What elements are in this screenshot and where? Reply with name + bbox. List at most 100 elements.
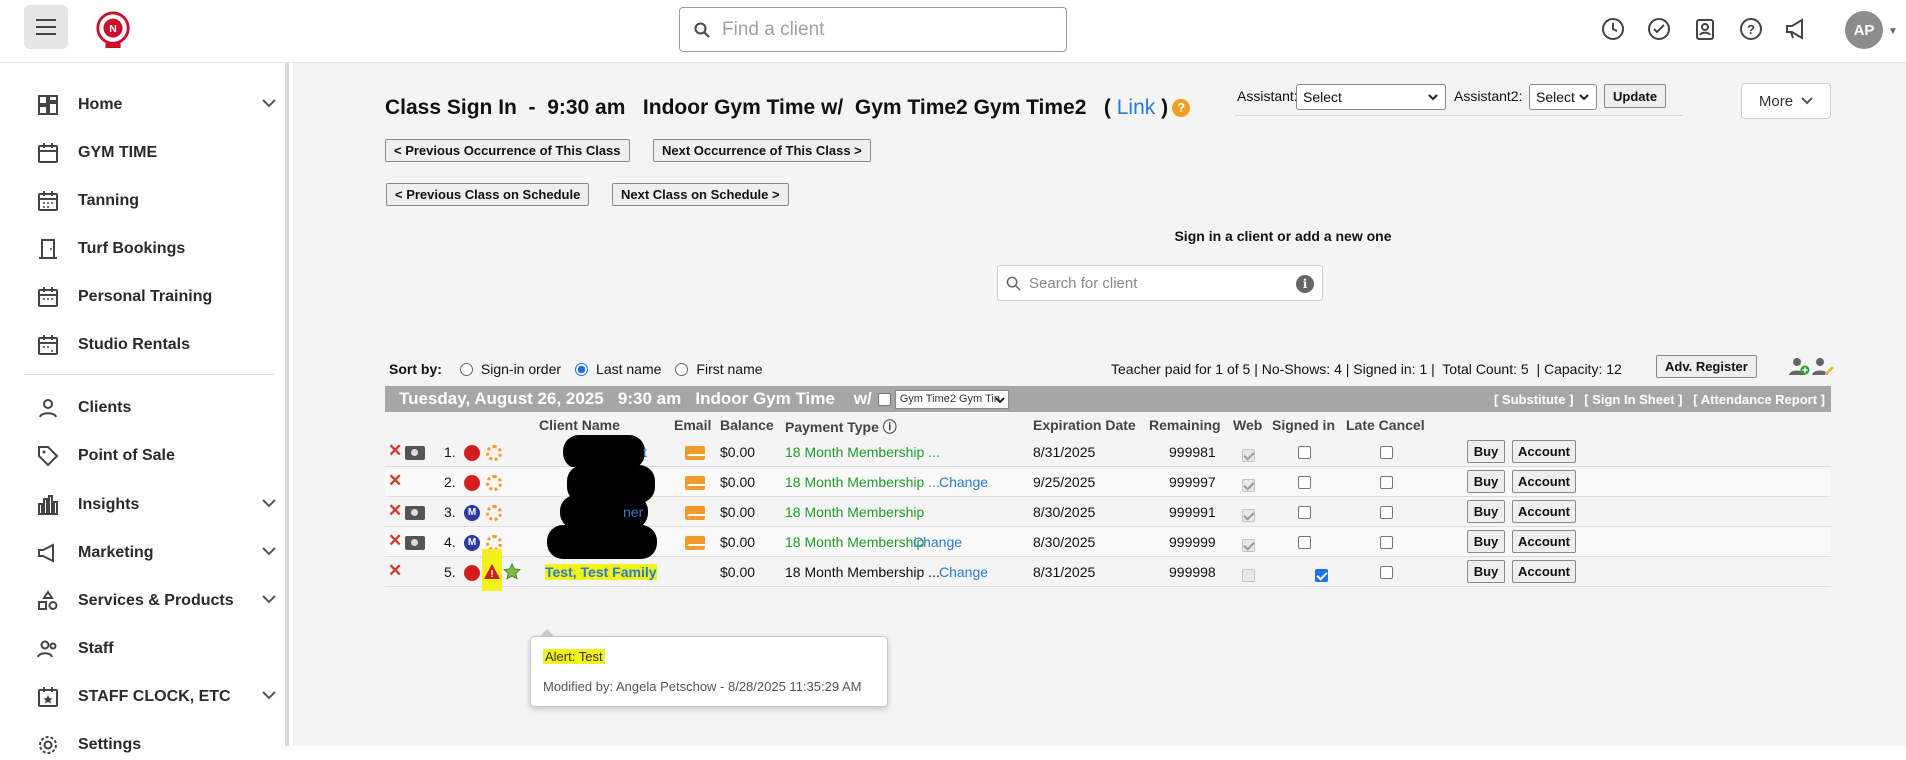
add-client-icon[interactable] [1788, 355, 1810, 377]
status-dot-icon[interactable] [464, 475, 480, 491]
contact-card-icon[interactable] [1692, 16, 1718, 42]
sidebar-item-home[interactable]: Home [36, 90, 276, 120]
info-icon[interactable]: i [1296, 275, 1314, 293]
sidebar-item-personal-training[interactable]: Personal Training [36, 282, 276, 312]
visits-ring-icon[interactable] [486, 505, 502, 521]
sidebar-item-services-products[interactable]: Services & Products [36, 586, 276, 616]
late-cancel-checkbox[interactable] [1380, 446, 1393, 459]
class-link[interactable]: Link [1117, 96, 1156, 119]
client-name[interactable]: Test, Test Family [545, 564, 657, 580]
payment-type[interactable]: 18 Month Membership ... [785, 444, 940, 460]
email-icon[interactable] [685, 446, 707, 460]
late-cancel-checkbox[interactable] [1380, 566, 1393, 579]
info-icon[interactable]: ⓘ [883, 419, 897, 435]
account-button[interactable]: Account [1512, 560, 1576, 583]
assistant-select[interactable]: Select [1296, 84, 1446, 110]
alert-warning-icon[interactable]: ! [483, 563, 501, 580]
remove-icon[interactable]: ✕ [388, 501, 402, 521]
chevron-down-icon[interactable] [262, 594, 276, 604]
buy-button[interactable]: Buy [1467, 440, 1505, 463]
help-icon[interactable]: ? [1172, 99, 1191, 118]
late-cancel-checkbox[interactable] [1380, 506, 1393, 519]
signed-in-checkbox[interactable] [1298, 476, 1311, 489]
class-bar-checkbox[interactable] [877, 392, 891, 406]
account-button[interactable]: Account [1512, 470, 1576, 493]
signed-in-checkbox[interactable] [1314, 568, 1328, 582]
star-icon[interactable] [503, 563, 521, 580]
sidebar-item-staff[interactable]: Staff [36, 634, 276, 664]
prev-occurrence-button[interactable]: < Previous Occurrence of This Class [385, 139, 630, 162]
member-badge-icon[interactable]: M [464, 505, 480, 521]
camera-icon[interactable] [405, 536, 425, 550]
buy-button[interactable]: Buy [1467, 500, 1505, 523]
remove-icon[interactable]: ✕ [388, 561, 402, 581]
class-bar-links[interactable]: [ Substitute ] [ Sign In Sheet ] [ Atten… [1494, 392, 1825, 407]
sidebar-item-point-of-sale[interactable]: Point of Sale [36, 441, 276, 471]
visits-ring-icon[interactable] [486, 475, 502, 491]
account-button[interactable]: Account [1512, 530, 1576, 553]
update-button[interactable]: Update [1604, 84, 1667, 108]
client-name[interactable]: t [643, 444, 647, 460]
remove-icon[interactable]: ✕ [388, 531, 402, 551]
camera-icon[interactable] [405, 506, 425, 520]
sidebar-item-settings[interactable]: Settings [36, 730, 276, 760]
change-link[interactable]: Change [913, 534, 962, 550]
sidebar-item-studio-rentals[interactable]: Studio Rentals [36, 330, 276, 360]
sidebar-item-clients[interactable]: Clients [36, 393, 276, 423]
find-client-search[interactable] [679, 7, 1067, 52]
change-link[interactable]: Change [939, 474, 988, 490]
email-icon[interactable] [685, 536, 707, 550]
sort-last-name-radio[interactable] [575, 362, 589, 376]
client-name[interactable]: ner [623, 504, 643, 520]
late-cancel-checkbox[interactable] [1380, 476, 1393, 489]
email-icon[interactable] [685, 476, 707, 490]
change-link[interactable]: Change [939, 564, 988, 580]
chevron-down-icon[interactable] [262, 498, 276, 508]
sidebar-item-turf-bookings[interactable]: Turf Bookings [36, 234, 276, 264]
sidebar-item-tanning[interactable]: Tanning [36, 186, 276, 216]
hamburger-menu-icon[interactable] [24, 5, 68, 49]
prev-class-button[interactable]: < Previous Class on Schedule [386, 183, 590, 206]
check-circle-icon[interactable] [1646, 16, 1672, 42]
chevron-down-icon[interactable] [262, 546, 276, 556]
adv-register-button[interactable]: Adv. Register [1656, 355, 1757, 378]
visits-ring-icon[interactable] [486, 445, 502, 461]
sidebar-item-marketing[interactable]: Marketing [36, 538, 276, 568]
buy-button[interactable]: Buy [1467, 560, 1505, 583]
user-avatar[interactable]: AP [1845, 11, 1883, 49]
sidebar-item-insights[interactable]: Insights [36, 490, 276, 520]
search-client-box[interactable]: i [997, 265, 1323, 301]
next-occurrence-button[interactable]: Next Occurrence of This Class > [653, 139, 871, 162]
help-icon[interactable]: ? [1738, 16, 1764, 42]
payment-type[interactable]: 18 Month Membership ... [785, 564, 940, 580]
remove-icon[interactable]: ✕ [388, 441, 402, 461]
sort-signin-order-radio[interactable] [459, 362, 473, 376]
camera-icon[interactable] [405, 446, 425, 460]
more-button[interactable]: More [1741, 83, 1831, 119]
signed-in-checkbox[interactable] [1298, 446, 1311, 459]
sidebar-item-staff-clock[interactable]: STAFF CLOCK, ETC [36, 682, 276, 712]
remove-icon[interactable]: ✕ [388, 471, 402, 491]
chevron-down-icon[interactable] [262, 690, 276, 700]
account-button[interactable]: Account [1512, 500, 1576, 523]
instructor-select[interactable]: Gym Time2 Gym Tin [894, 389, 1009, 409]
megaphone-icon[interactable] [1784, 16, 1810, 42]
payment-type[interactable]: 18 Month Membership [785, 534, 924, 550]
account-button[interactable]: Account [1512, 440, 1576, 463]
club-logo[interactable]: N [94, 10, 132, 50]
find-client-input[interactable] [722, 18, 1052, 41]
buy-button[interactable]: Buy [1467, 530, 1505, 553]
status-dot-icon[interactable] [464, 565, 480, 581]
signed-in-checkbox[interactable] [1298, 536, 1311, 549]
sort-first-name-radio[interactable] [675, 362, 689, 376]
payment-type[interactable]: 18 Month Membership [785, 504, 924, 520]
assistant2-select[interactable]: Select [1529, 84, 1597, 110]
edit-client-icon[interactable] [1811, 355, 1835, 377]
member-badge-icon[interactable]: M [464, 535, 480, 551]
clock-icon[interactable] [1600, 16, 1626, 42]
signed-in-checkbox[interactable] [1298, 506, 1311, 519]
payment-type[interactable]: 18 Month Membership ... [785, 474, 940, 490]
avatar-caret-icon[interactable]: ▼ [1888, 26, 1898, 37]
search-client-input[interactable] [1029, 274, 1289, 292]
next-class-button[interactable]: Next Class on Schedule > [612, 183, 789, 206]
